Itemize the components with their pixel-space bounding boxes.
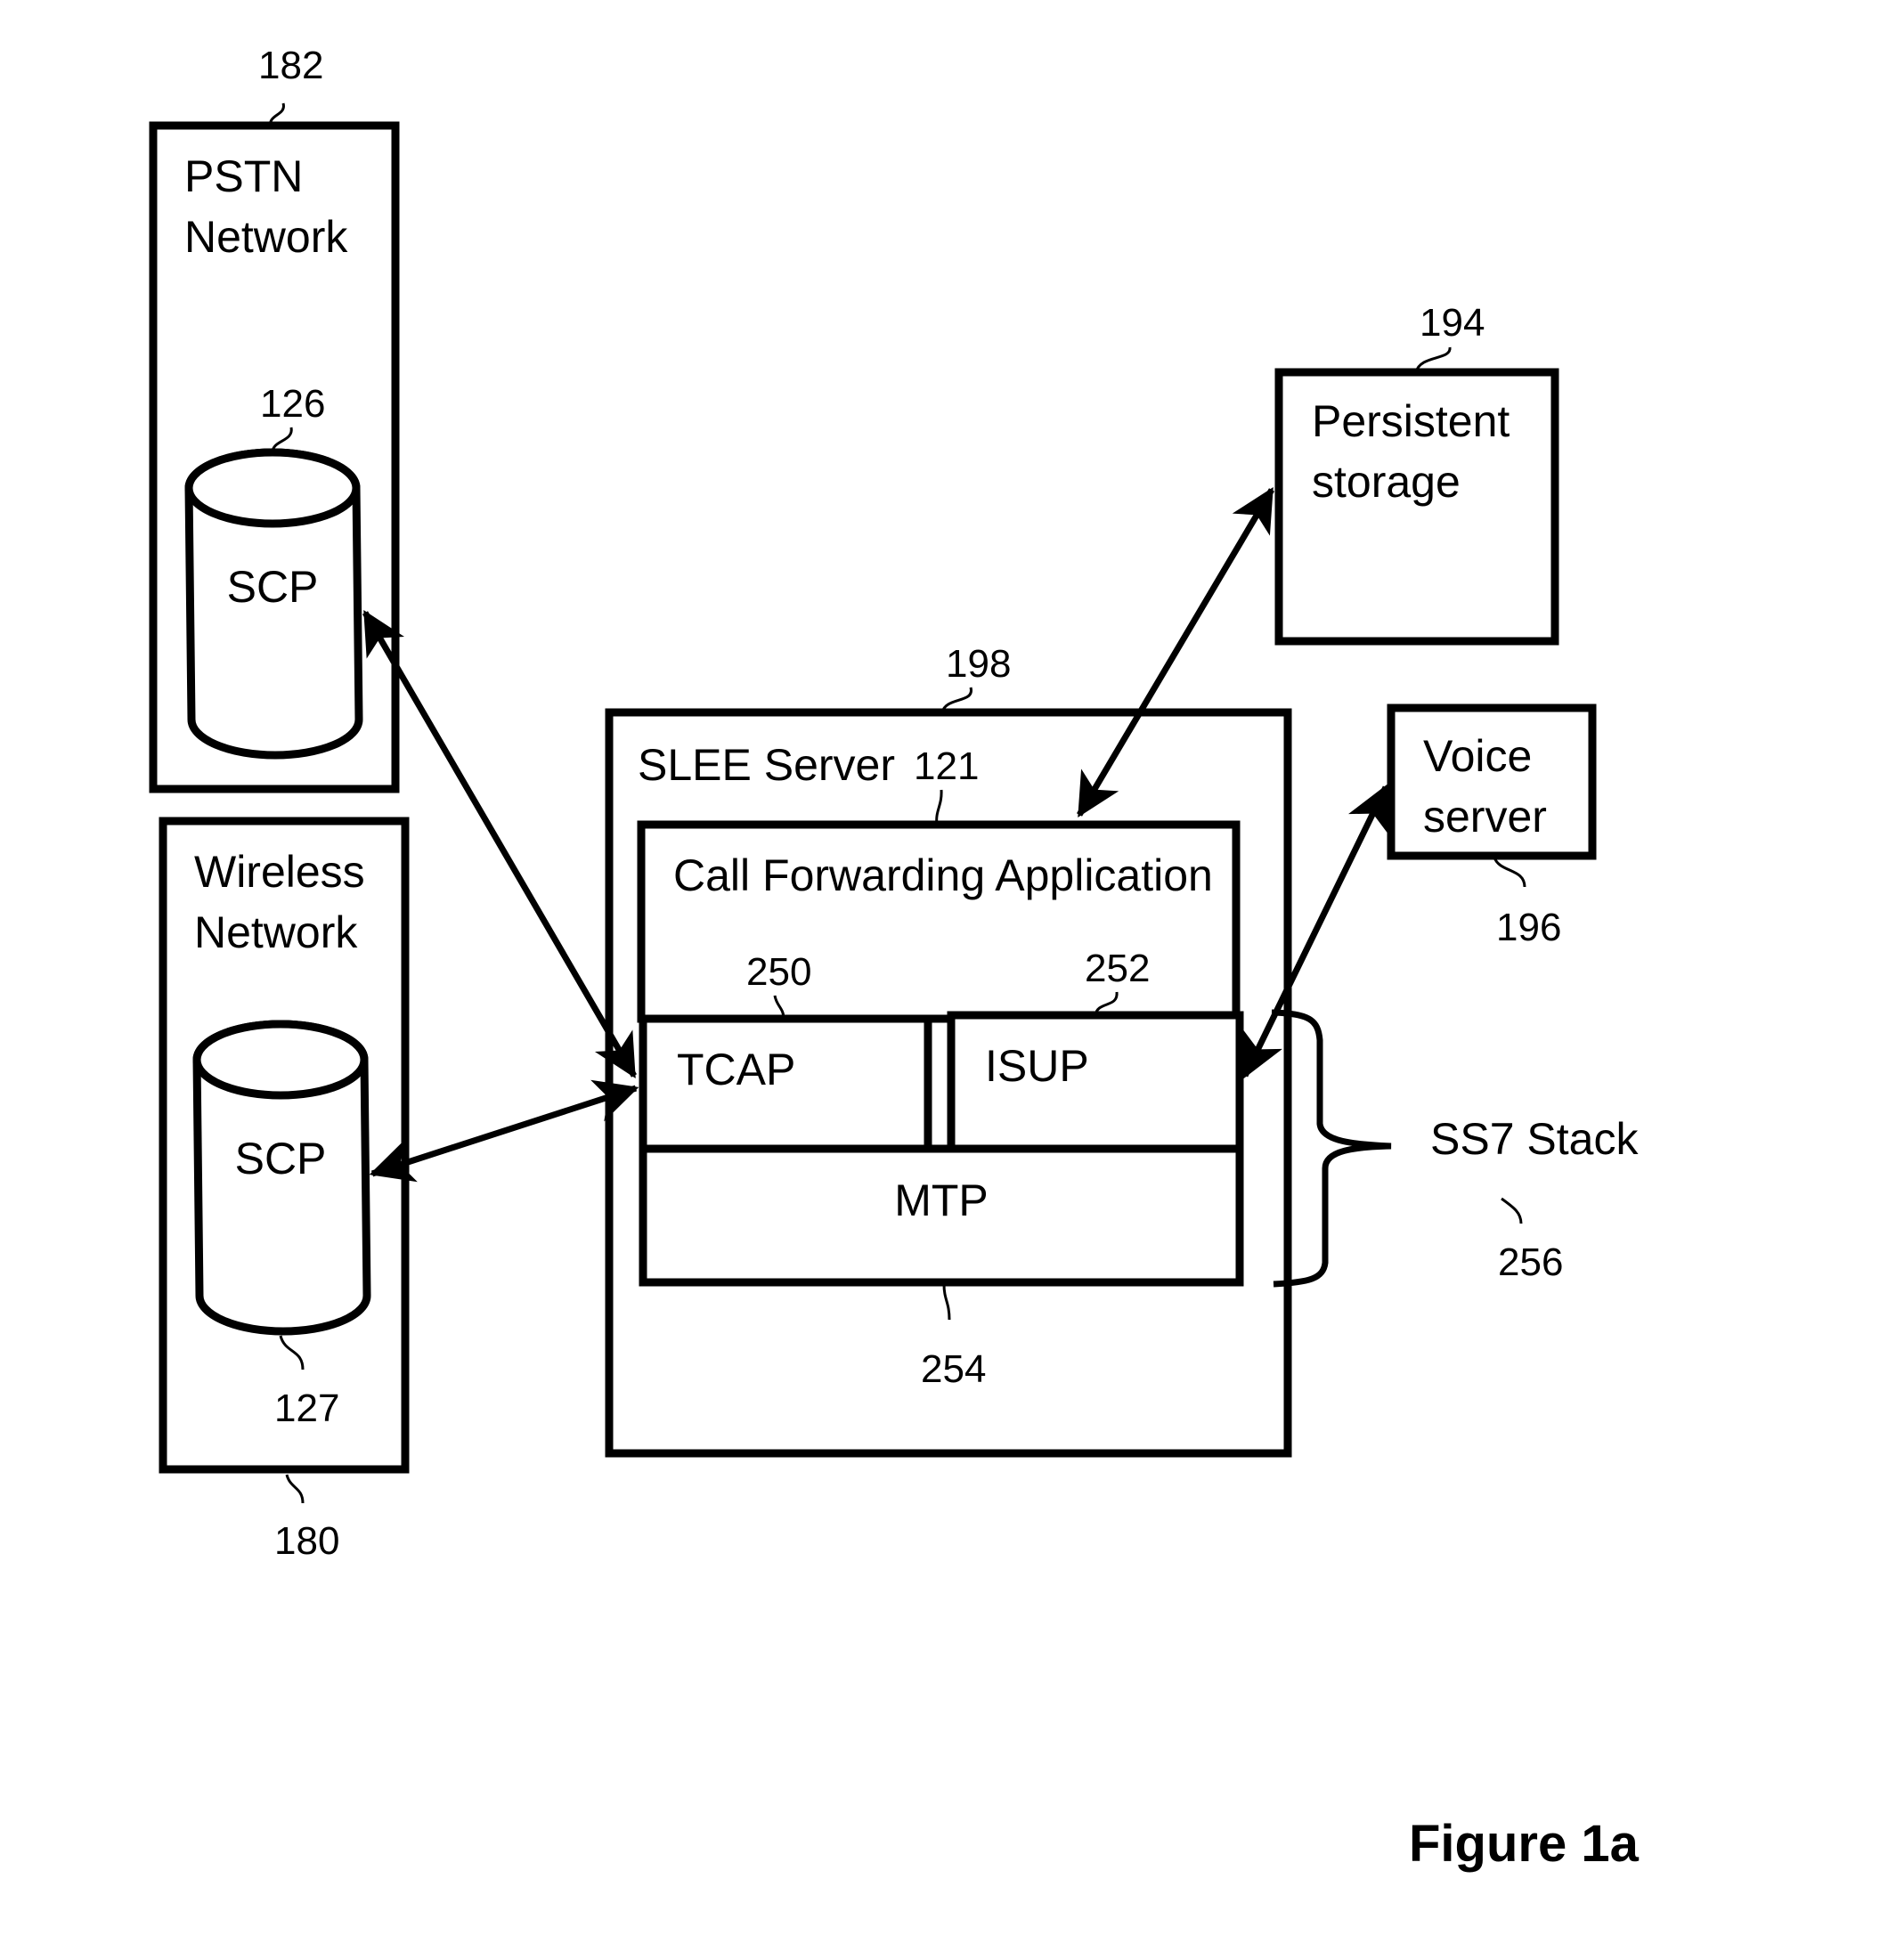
tcap-label: TCAP	[677, 1045, 795, 1094]
slee-server-ref: 198	[946, 642, 1011, 686]
persistent-storage-ref: 194	[1420, 301, 1485, 345]
wireless-network-label-line1: Wireless	[194, 847, 365, 897]
mtp-ref: 254	[921, 1347, 986, 1391]
call-forwarding-ref: 121	[914, 744, 979, 788]
diagram-canvas: PSTN Network 182 SCP 126 Wireless Networ…	[149, 44, 1640, 1873]
persistent-storage: Persistent storage 194	[1274, 301, 1559, 646]
pstn-network-label-line2: Network	[184, 212, 348, 262]
pstn-network-label-line1: PSTN	[184, 151, 303, 201]
tcap-ref: 250	[746, 950, 811, 994]
connection-wireless-scp-tcap	[369, 1079, 639, 1183]
call-forwarding-label: Call Forwarding Application	[673, 850, 1213, 900]
wireless-network-ref: 180	[274, 1519, 339, 1563]
ss7-stack-leader	[1501, 1197, 1523, 1224]
figure-caption: Figure 1a	[1409, 1815, 1640, 1873]
voice-server-label-line1: Voice	[1423, 731, 1532, 781]
pstn-scp-ref: 126	[260, 382, 325, 426]
isup-label: ISUP	[985, 1041, 1089, 1091]
persistent-storage-label-line2: storage	[1312, 457, 1461, 507]
pstn-scp-cylinder-top	[184, 448, 361, 528]
voice-server-ref: 196	[1496, 906, 1561, 949]
pstn-network-ref: 182	[258, 44, 323, 87]
ss7-stack-ref: 256	[1498, 1240, 1563, 1284]
ss7-stack-label: SS7 Stack	[1430, 1114, 1639, 1164]
isup-ref: 252	[1085, 947, 1150, 990]
wireless-scp-ref: 127	[274, 1387, 339, 1430]
voice-server: Voice server 196	[1387, 703, 1597, 949]
wireless-network-label-line2: Network	[194, 907, 358, 957]
wireless-scp-cylinder-top	[192, 1020, 369, 1100]
slee-server-label: SLEE Server	[638, 740, 895, 790]
voice-server-label-line2: server	[1423, 792, 1547, 842]
mtp-label: MTP	[894, 1175, 989, 1225]
persistent-storage-label-line1: Persistent	[1312, 396, 1510, 446]
wireless-scp-label: SCP	[235, 1134, 327, 1183]
ss7-stack-group: SS7 Stack 256	[1271, 1009, 1639, 1288]
voice-server-leader	[1493, 857, 1526, 888]
pstn-scp-label: SCP	[227, 562, 319, 612]
wireless-network-leader	[285, 1474, 305, 1504]
